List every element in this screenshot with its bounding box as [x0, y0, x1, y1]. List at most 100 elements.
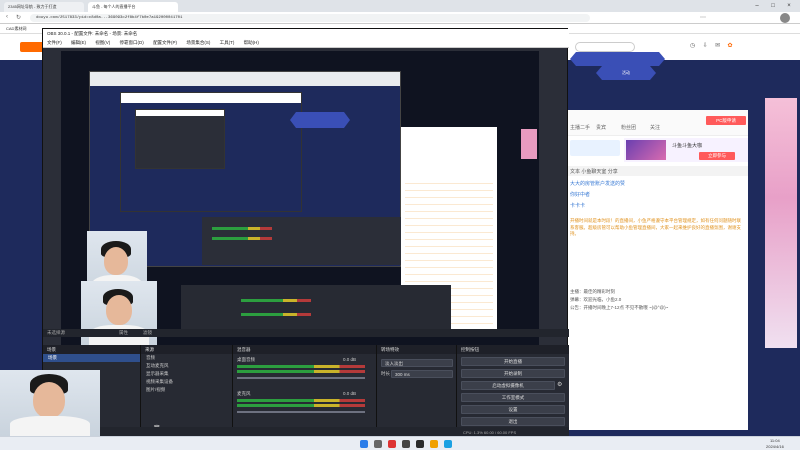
maximize-icon[interactable]: □ [768, 2, 778, 10]
settings-button[interactable]: 设置 [461, 405, 565, 414]
search-input[interactable] [575, 42, 635, 52]
scene-item[interactable]: 场景 [43, 354, 140, 362]
nav-tag[interactable] [605, 52, 665, 66]
nav-tag[interactable]: 活动 [596, 66, 656, 80]
extensions-icon[interactable]: ⋯ [700, 14, 706, 21]
nested-toolbar [90, 72, 400, 86]
sources-dock: 来源 音频 互动麦克风 显示器采集 视频采集设备 图片/视频 ＋ 🗑 [141, 345, 233, 435]
controls-dock: 控制按钮 开始直播 开始录制 启动虚拟摄像机 ⚙ 工作室模式 设置 退出 [457, 345, 569, 435]
reload-icon[interactable]: ↻ [16, 14, 21, 21]
studio-mode-button[interactable]: 工作室模式 [461, 393, 565, 402]
chat-header: 文本 小鱼聊天室 分享 [566, 166, 748, 176]
url-input[interactable]: douyu.com/2517833/pid=c8d0a...369093c2f8… [30, 14, 590, 22]
clock-date[interactable]: 2024/4/16 [766, 444, 784, 449]
status-text: CPU: 1.3% 60.00 / 60.00 FPS [463, 430, 517, 435]
download-icon[interactable]: ⇩ [703, 43, 708, 49]
volume-meter [237, 370, 365, 373]
tab-item[interactable]: 主播二手 [570, 124, 590, 131]
webcam-face [106, 295, 132, 325]
browser-tab[interactable]: 2345网址导航 - 致力于打造 [4, 2, 84, 12]
volume-meter [237, 399, 365, 402]
volume-slider[interactable] [237, 377, 365, 379]
start-stream-button[interactable]: 开始直播 [461, 357, 565, 366]
volume-meter [237, 404, 365, 407]
obs-icon[interactable] [416, 440, 424, 448]
tab-item[interactable]: 粉丝团 [621, 124, 636, 131]
webcam-feed [0, 370, 100, 436]
app-icon[interactable] [402, 440, 410, 448]
menu-item[interactable]: 编辑(E) [71, 40, 86, 45]
nested-banner [521, 129, 537, 159]
message-icon[interactable]: ✉ [715, 43, 720, 49]
webcam-face [33, 382, 65, 418]
menu-item[interactable]: 文件(F) [47, 40, 62, 45]
tab-item[interactable]: 关注 [650, 124, 660, 131]
obs-window: OBS 30.0.1 - 配置文件: 未命名 - 场景: 未命名 文件(F) 编… [42, 28, 569, 437]
app-icon[interactable] [388, 440, 396, 448]
virtual-camera-button[interactable]: 启动虚拟摄像机 [461, 381, 555, 390]
exit-button[interactable]: 退出 [461, 417, 565, 426]
volume-slider[interactable] [237, 411, 365, 413]
sources-header: 来源 [141, 345, 232, 354]
event-banner[interactable] [765, 98, 797, 348]
list-item: 你好中者 [570, 192, 591, 198]
ad-box[interactable] [570, 140, 620, 156]
controls-header: 控制按钮 [457, 345, 569, 354]
history-icon[interactable]: ◷ [690, 43, 695, 49]
filters-button[interactable]: 滤镜 [143, 330, 152, 336]
channel-name: 桌面音频 [237, 357, 255, 362]
source-item[interactable]: 互动麦克风 [141, 362, 232, 370]
source-item[interactable]: 视频采集设备 [141, 378, 232, 386]
follow-button[interactable]: PC版申请 [706, 116, 746, 125]
obs-preview[interactable] [61, 51, 539, 347]
lottery-image [626, 140, 666, 160]
mixer-dock: 混音器 桌面音频 0.0 dB 麦克风 0.0 dB [233, 345, 377, 435]
folder-icon[interactable] [430, 440, 438, 448]
avatar[interactable] [780, 13, 790, 23]
tab-item[interactable]: 贵宾 [596, 124, 606, 131]
start-recording-button[interactable]: 开始录制 [461, 369, 565, 378]
clock-time[interactable]: 11:04 [770, 438, 780, 443]
properties-button[interactable]: 属性 [119, 330, 128, 336]
nested-meter [212, 227, 272, 230]
gear-icon[interactable]: ⚙ [557, 381, 562, 388]
menu-item[interactable]: 停靠窗口(D) [120, 40, 144, 45]
menu-item[interactable]: 场景集合(S) [186, 40, 210, 45]
duration-input[interactable]: 300 ms [391, 370, 453, 378]
webcam-shirt [10, 416, 90, 436]
info-line: 公告：开播时间晚上7-12点 不见不散哦 ~(@°@)~ [570, 305, 669, 310]
source-toolbar: 未选择源 属性 滤镜 [43, 329, 569, 337]
menu-item[interactable]: 视图(V) [95, 40, 110, 45]
close-icon[interactable]: × [784, 2, 794, 10]
bookmark-item[interactable]: CAD素材网 [6, 26, 26, 32]
source-item[interactable]: 音频 [141, 354, 232, 362]
browser-icon[interactable] [444, 440, 452, 448]
menu-item[interactable]: 工具(T) [220, 40, 235, 45]
source-item[interactable]: 显示器采集 [141, 370, 232, 378]
search-icon[interactable] [374, 440, 382, 448]
menu-item[interactable]: 帮助(H) [244, 40, 259, 45]
obs-title-bar: OBS 30.0.1 - 配置文件: 未命名 - 场景: 未命名 [43, 29, 569, 39]
source-item[interactable]: 图片/视频 [141, 386, 232, 394]
lottery-card: 斗鱼斗鱼大咖 立即参与 [624, 138, 748, 162]
room-notice: 开播时间就是本时段！的直播间，小鱼严格遵守本平台管理规定，如有任何问题随时联系客… [570, 218, 741, 237]
browser-tab-active[interactable]: 斗鱼 - 每个人的直播平台 [88, 2, 178, 12]
gift-icon[interactable]: ✿ [727, 43, 732, 49]
back-icon[interactable]: ‹ [6, 14, 8, 20]
nested-capture-3 [135, 109, 225, 169]
transitions-header: 转场特效 [377, 345, 456, 354]
transitions-dock: 转场特效 淡入淡出 时长 300 ms [377, 345, 457, 435]
webcam-face [104, 247, 128, 275]
minimize-icon[interactable]: – [752, 2, 762, 10]
lottery-title: 斗鱼斗鱼大咖 [672, 143, 703, 149]
transition-select[interactable]: 淡入淡出 [381, 359, 453, 367]
info-line: 弹幕：欢迎光临，小鱼2.0 [570, 297, 622, 302]
channel-db: 0.0 dB [343, 357, 357, 362]
room-tabs: 主播二手 贵宾 粉丝团 关注 PC版申请 [566, 110, 748, 136]
start-icon[interactable] [360, 440, 368, 448]
browser-tab-bar: 2345网址导航 - 致力于打造 斗鱼 - 每个人的直播平台 – □ × [0, 0, 800, 12]
lottery-button[interactable]: 立即参与 [699, 152, 735, 160]
menu-item[interactable]: 配置文件(P) [153, 40, 177, 45]
channel-name: 麦克风 [237, 391, 251, 396]
nested-obs [136, 116, 224, 168]
